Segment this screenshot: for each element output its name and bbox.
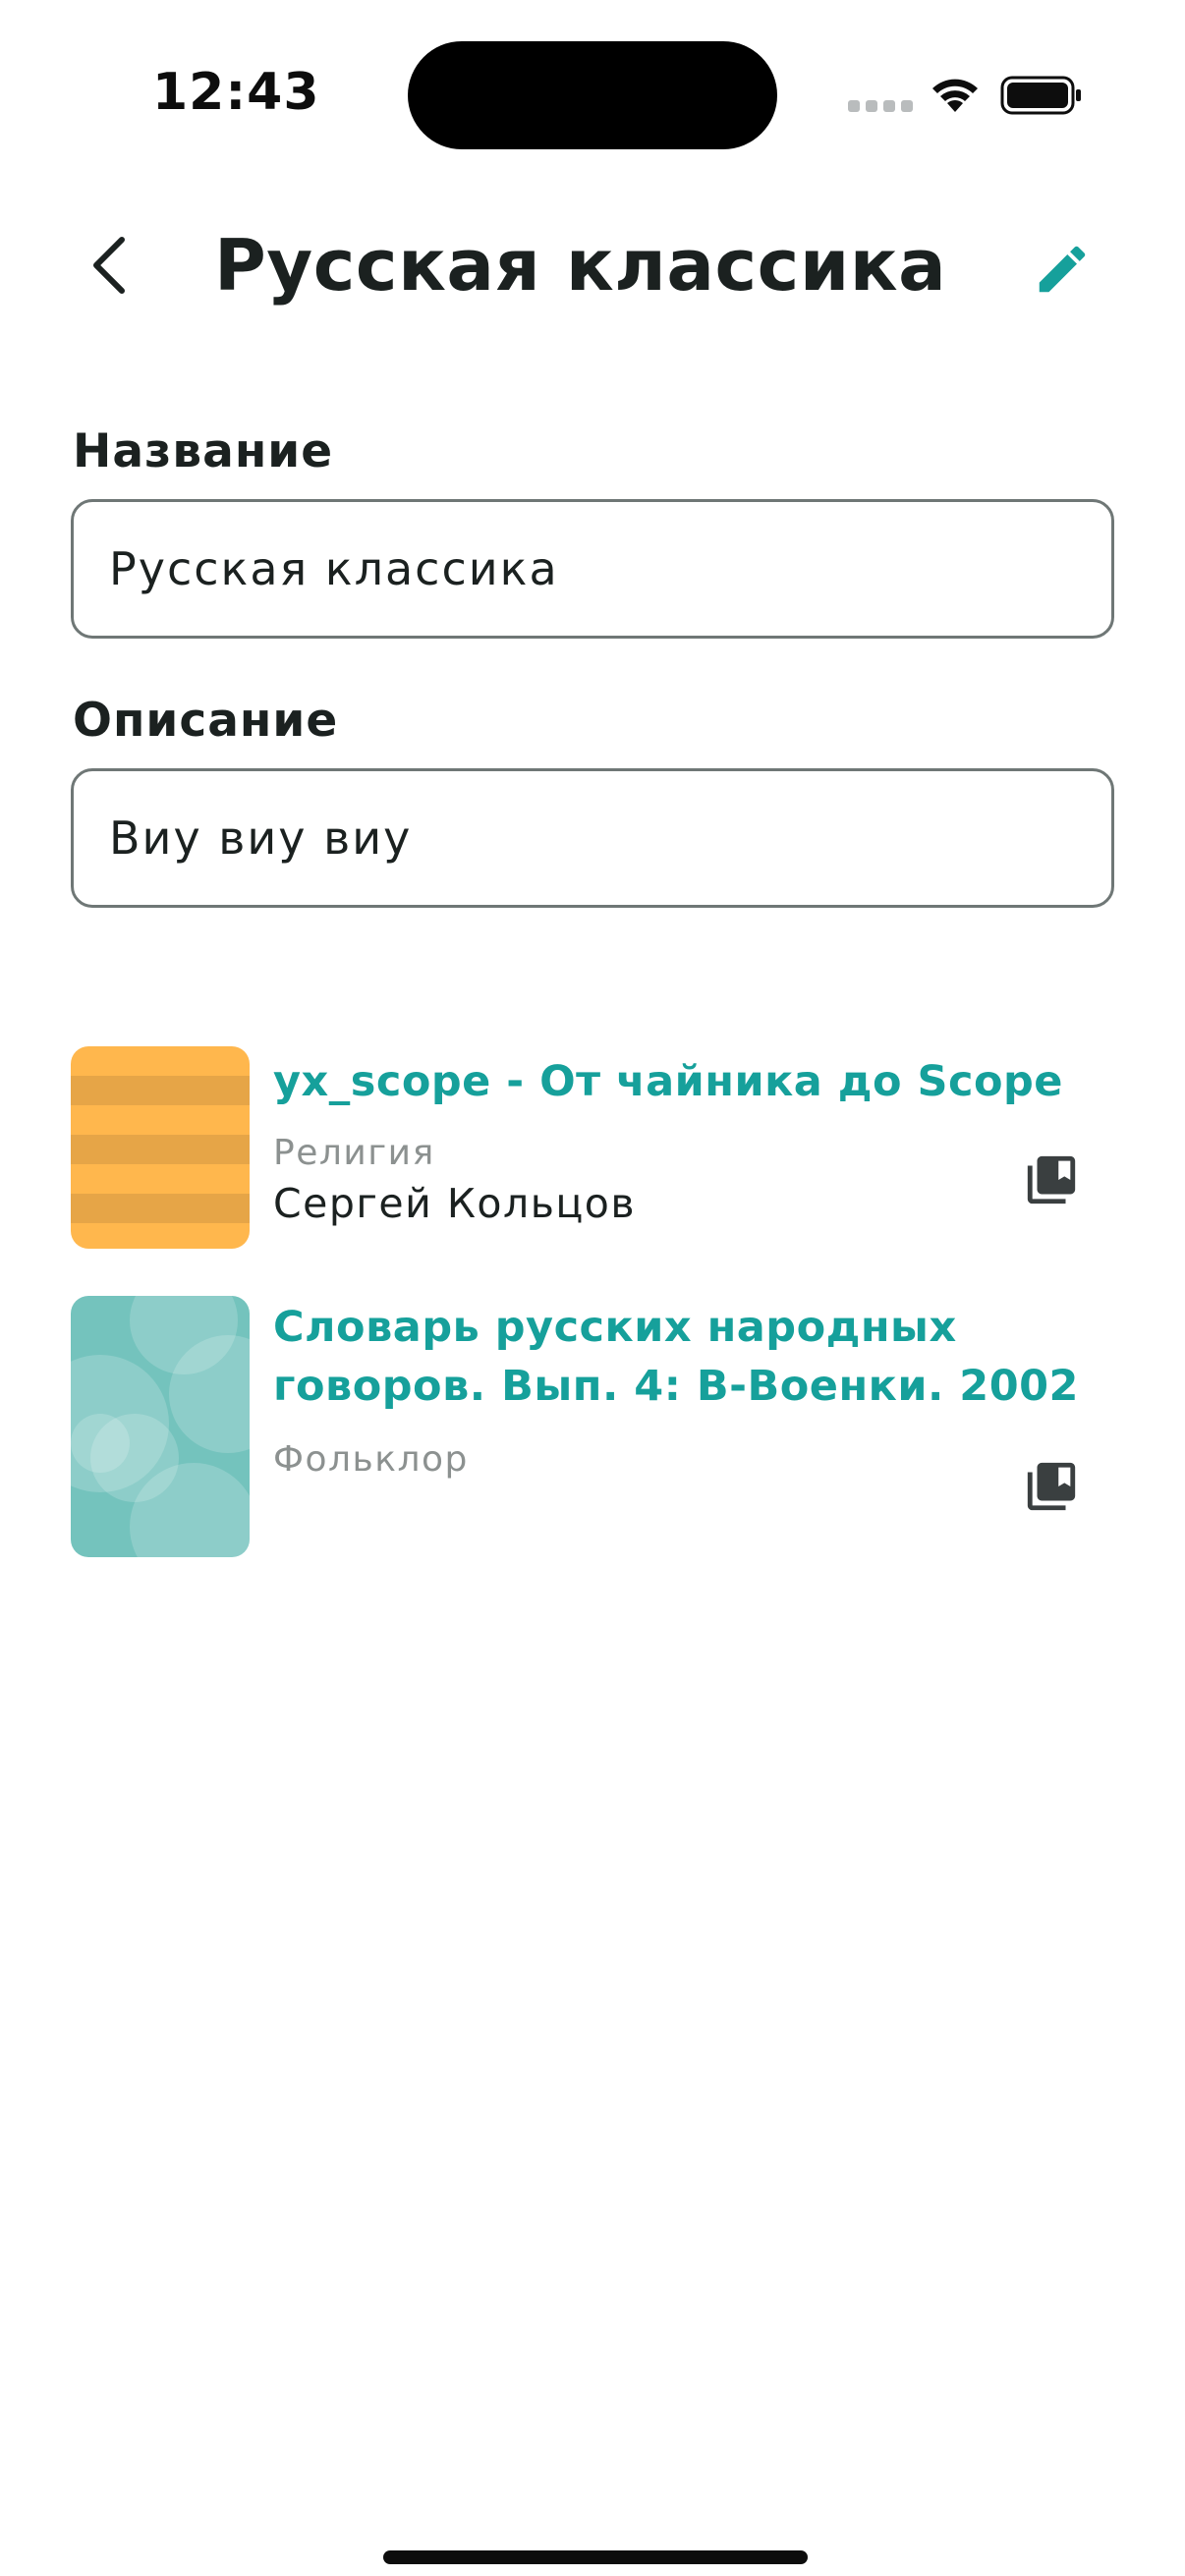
back-button[interactable] [69,226,147,305]
chevron-left-icon [93,237,125,294]
name-input[interactable] [109,542,1076,595]
home-indicator[interactable] [383,2550,808,2564]
pencil-icon [1039,246,1086,293]
book-title: yx_scope - От чайника до Scope [273,1057,1063,1106]
book-genre: Фольклор [273,1439,469,1480]
wifi-icon [932,79,978,112]
list-item[interactable]: Словарь русских народных говоров. Вып. 4… [0,1296,1185,1557]
name-label: Название [73,424,334,478]
add-to-shelf-button[interactable] [1020,1455,1083,1518]
edit-button[interactable] [1027,234,1098,305]
book-genre: Религия [273,1133,435,1173]
description-field[interactable] [71,768,1114,908]
battery-icon [1000,76,1081,115]
top-app-bar: Русская классика [0,196,1185,344]
name-field[interactable] [71,499,1114,639]
description-label: Описание [73,694,339,748]
page-title: Русская классика [214,224,947,307]
list-item[interactable]: yx_scope - От чайника до Scope Религия С… [0,1046,1185,1249]
cellular-signal-icon [848,100,913,112]
dynamic-island [408,41,777,149]
library-books-icon [1027,1462,1076,1511]
book-cover [71,1046,250,1249]
library-books-icon [1027,1155,1076,1204]
add-to-shelf-button[interactable] [1020,1148,1083,1211]
book-cover [71,1296,250,1557]
status-time: 12:43 [152,63,320,122]
description-input[interactable] [109,812,1076,865]
status-bar: 12:43 [0,0,1185,187]
book-title: Словарь русских народных говоров. Вып. 4… [273,1303,1079,1411]
book-author: Сергей Кольцов [273,1180,637,1227]
